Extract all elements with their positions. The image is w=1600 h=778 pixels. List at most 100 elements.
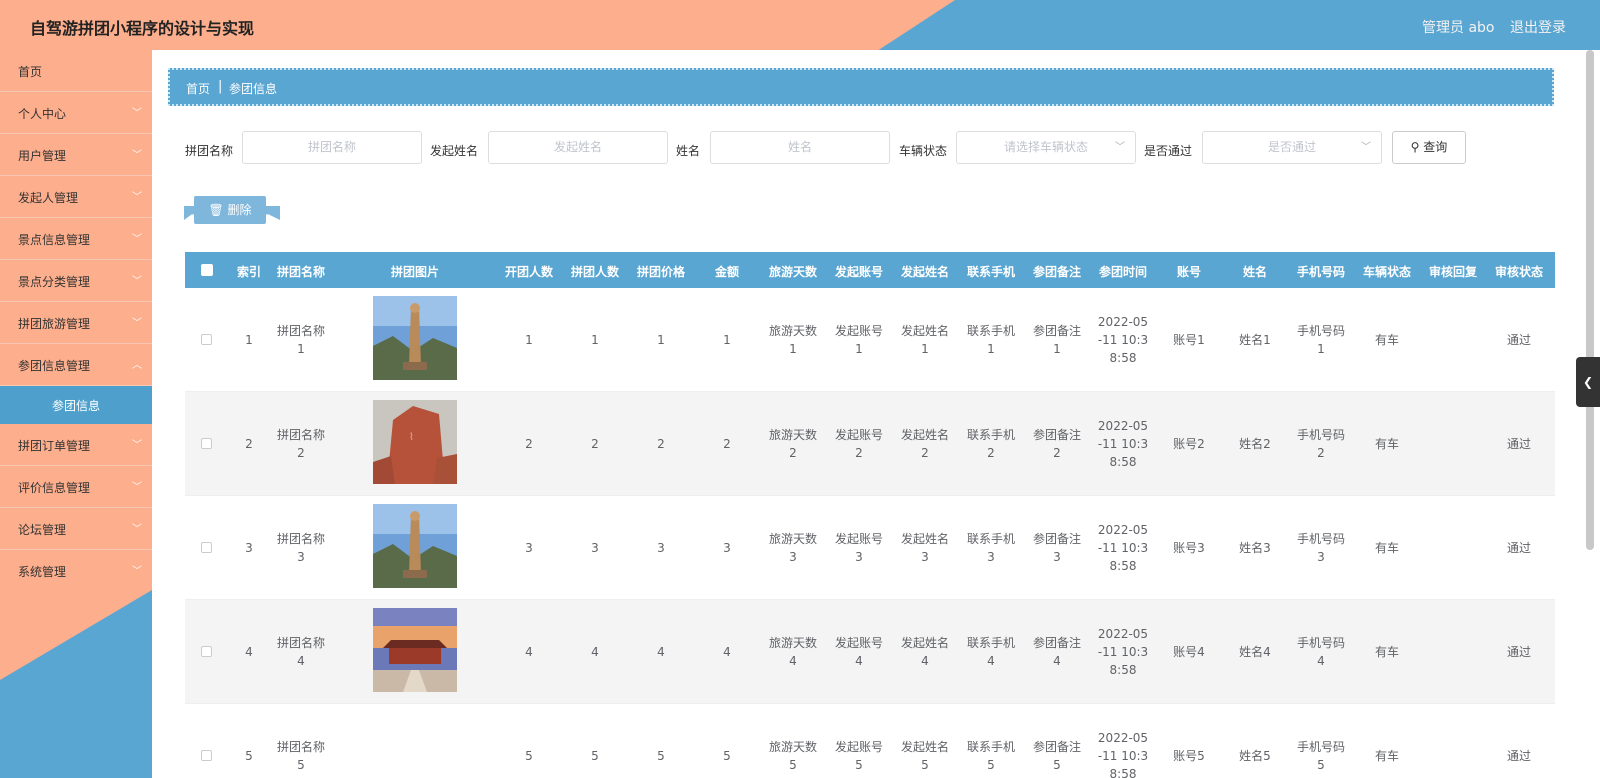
table-cell: 2022-05 -11 10:3 8:58: [1097, 419, 1149, 469]
table-row[interactable]: 1 拼团名称 1 1 1 1 1 旅游天数 1 发起账号 1 发起姓名 1 联系手机 1 参团备注 1 2022-…: [185, 288, 1555, 392]
filter-vehicle-label: 车辆状态: [899, 144, 948, 158]
column-header: 审核回复: [1428, 265, 1477, 279]
table-cell: 拼团名称 5: [276, 740, 325, 772]
table-cell: 发起姓名 1: [900, 324, 949, 356]
breadcrumb-home[interactable]: 首页: [186, 80, 210, 97]
table-cell: 参团备注 5: [1032, 740, 1081, 772]
table-cell: 发起账号 2: [834, 428, 883, 460]
group-name-input[interactable]: 拼团名称: [242, 131, 422, 164]
sidebar-item-system[interactable]: 系统管理 ﹀: [0, 550, 152, 592]
search-icon: ⚲: [1410, 140, 1420, 154]
search-button[interactable]: ⚲ 查询: [1392, 131, 1466, 164]
table-cell: 旅游天数 3: [768, 532, 817, 564]
table-cell: 1: [591, 333, 599, 347]
row-checkbox[interactable]: [201, 334, 212, 345]
table-cell: 5: [591, 749, 599, 763]
row-checkbox[interactable]: [201, 750, 212, 761]
table-cell: 拼团名称 1: [276, 324, 325, 356]
sidebar: 首页 个人中心 ﹀ 用户管理 ﹀ 发起人管理 ﹀ 景点信息管理 ﹀ 景点分类管理…: [0, 50, 152, 778]
sidebar-item-scenic-category[interactable]: 景点分类管理 ﹀: [0, 260, 152, 302]
sidebar-item-initiators[interactable]: 发起人管理 ﹀: [0, 176, 152, 218]
chevron-down-icon: ﹀: [132, 524, 142, 535]
vehicle-status-select[interactable]: 请选择车辆状态 ﹀: [956, 131, 1136, 164]
table-cell: 1: [525, 333, 533, 347]
table-cell: 手机号码 5: [1296, 740, 1345, 772]
table-cell: 账号2: [1173, 437, 1205, 451]
table-row[interactable]: 5 拼团名称 5 5 5 5 5 旅游天数 5 发起账号 5 发起姓名 5 联系手机 5 参团备注 5 2022-…: [185, 704, 1555, 778]
row-checkbox[interactable]: [201, 438, 212, 449]
sidebar-item-label: 用户管理: [18, 149, 67, 163]
chevron-left-icon[interactable]: ❮: [1576, 357, 1600, 407]
table-cell: 发起账号 3: [834, 532, 883, 564]
table-cell: 联系手机 1: [966, 324, 1015, 356]
delete-button[interactable]: 🗑 删除: [194, 196, 266, 224]
sidebar-subitem-join-info[interactable]: 参团信息: [0, 386, 152, 424]
select-all-checkbox[interactable]: [201, 264, 213, 276]
filter-group-name-label: 拼团名称: [185, 144, 234, 158]
sidebar-item-orders[interactable]: 拼团订单管理 ﹀: [0, 424, 152, 466]
table-row[interactable]: ⌇ 2 拼团名称 2 2 2 2 2 旅游天数 2 发起账号 2 发起姓名 2 联系手机 2 参团备注 2 2022…: [185, 392, 1555, 496]
table-cell: 账号5: [1173, 749, 1205, 763]
vehicle-status-placeholder: 请选择车辆状态: [1003, 140, 1088, 154]
sidebar-item-forum[interactable]: 论坛管理 ﹀: [0, 508, 152, 550]
row-checkbox[interactable]: [201, 646, 212, 657]
sidebar-item-label: 参团信息管理: [18, 359, 91, 373]
column-header: 旅游天数: [768, 265, 817, 279]
table-cell: 手机号码 1: [1296, 324, 1345, 356]
table-cell: 2: [591, 437, 599, 451]
breadcrumb-current: 参团信息: [229, 82, 278, 96]
table-cell: 姓名3: [1239, 541, 1271, 555]
table-cell: 账号3: [1173, 541, 1205, 555]
table-cell: 5: [245, 749, 253, 763]
table-cell: 有车: [1374, 749, 1399, 763]
table-cell: 1: [723, 333, 731, 347]
sidebar-item-label: 评价信息管理: [18, 481, 91, 495]
table-cell: 发起账号 5: [834, 740, 883, 772]
column-header: 拼团价格: [636, 265, 685, 279]
table-cell: 通过: [1506, 749, 1531, 763]
column-header: 拼团图片: [390, 265, 439, 279]
table-cell: 旅游天数 1: [768, 324, 817, 356]
column-header: 账号: [1176, 265, 1201, 279]
table-cell: 通过: [1506, 645, 1531, 659]
chevron-down-icon: ﹀: [132, 192, 142, 203]
chevron-down-icon: ﹀: [132, 108, 142, 119]
sidebar-item-reviews[interactable]: 评价信息管理 ﹀: [0, 466, 152, 508]
table-cell: 旅游天数 4: [768, 636, 817, 668]
chevron-up-icon: ︿: [132, 360, 142, 371]
app-title: 自驾游拼团小程序的设计与实现: [30, 19, 255, 38]
filter-initiator-label: 发起姓名: [430, 144, 479, 158]
table-row[interactable]: 3 拼团名称 3 3 3 3 3 旅游天数 3 发起账号 3 发起姓名 3 联系手机 3 参团备注 3 2022-…: [185, 496, 1555, 600]
table-cell: 2: [245, 437, 253, 451]
sidebar-item-label: 系统管理: [18, 565, 67, 579]
table-cell: 2022-05 -11 10:3 8:58: [1097, 523, 1149, 573]
table-cell: 2: [723, 437, 731, 451]
sidebar-item-label: 拼团旅游管理: [18, 317, 91, 331]
table-cell: 3: [657, 541, 665, 555]
sidebar-item-scenic-info[interactable]: 景点信息管理 ﹀: [0, 218, 152, 260]
table-cell: 通过: [1506, 333, 1531, 347]
logout-link[interactable]: 退出登录: [1510, 17, 1566, 37]
name-input[interactable]: 姓名: [710, 131, 890, 164]
search-button-label: 查询: [1423, 140, 1448, 154]
sidebar-item-home[interactable]: 首页: [0, 50, 152, 92]
sidebar-item-join-info[interactable]: 参团信息管理 ︿: [0, 344, 152, 386]
page-scrollbar[interactable]: [1586, 50, 1594, 550]
table-cell: 参团备注 1: [1032, 324, 1081, 356]
table-row[interactable]: 4 拼团名称 4 4 4 4 4 旅游天数 4 发起账号 4 发起姓名 4 联系手机 4 参团备注 4 2022-…: [185, 600, 1555, 704]
column-header: 车辆状态: [1362, 265, 1411, 279]
table-cell: 参团备注 4: [1032, 636, 1081, 668]
sidebar-item-users[interactable]: 用户管理 ﹀: [0, 134, 152, 176]
table-cell: 参团备注 2: [1032, 428, 1081, 460]
table-cell: 姓名5: [1239, 749, 1271, 763]
sidebar-item-group-tours[interactable]: 拼团旅游管理 ﹀: [0, 302, 152, 344]
sidebar-item-label: 景点分类管理: [18, 275, 91, 289]
sidebar-item-label: 首页: [18, 65, 43, 79]
approved-select[interactable]: 是否通过 ﹀: [1202, 131, 1382, 164]
initiator-name-input[interactable]: 发起姓名: [488, 131, 668, 164]
sidebar-item-label: 发起人管理: [18, 191, 79, 205]
row-checkbox[interactable]: [201, 542, 212, 553]
sidebar-item-profile[interactable]: 个人中心 ﹀: [0, 92, 152, 134]
table-cell: 参团备注 3: [1032, 532, 1081, 564]
main-content: 首页 | 参团信息 拼团名称 拼团名称 发起姓名 发起姓名 姓名 姓名 车辆状态…: [152, 50, 1600, 778]
